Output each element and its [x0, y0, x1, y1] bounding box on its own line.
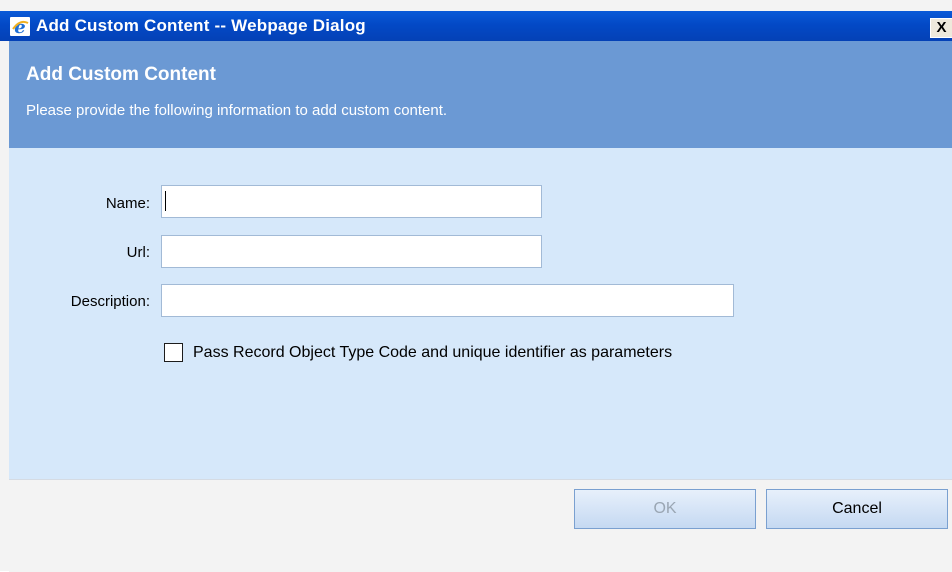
- dialog-heading: Add Custom Content: [26, 64, 216, 85]
- dialog-header: Add Custom Content Please provide the fo…: [9, 41, 952, 148]
- name-input[interactable]: [161, 185, 542, 218]
- dialog-instructions: Please provide the following information…: [26, 102, 448, 119]
- close-icon: X: [936, 19, 947, 36]
- dialog-window: e Add Custom Content -- Webpage Dialog X…: [0, 0, 952, 572]
- pass-params-label[interactable]: Pass Record Object Type Code and unique …: [193, 344, 672, 362]
- url-label: Url:: [126, 244, 150, 261]
- ie-icon: e: [10, 17, 30, 36]
- pass-params-checkbox[interactable]: [164, 343, 183, 362]
- window-title: Add Custom Content -- Webpage Dialog: [36, 16, 366, 35]
- title-bar[interactable]: e Add Custom Content -- Webpage Dialog X: [0, 11, 952, 41]
- name-label: Name:: [105, 195, 150, 212]
- cancel-button[interactable]: Cancel: [766, 489, 948, 529]
- ok-button[interactable]: OK: [574, 489, 756, 529]
- description-label: Description:: [70, 293, 150, 310]
- description-input[interactable]: [161, 284, 734, 317]
- url-input[interactable]: [161, 235, 542, 268]
- text-cursor: [165, 191, 166, 211]
- close-button[interactable]: X: [930, 18, 952, 38]
